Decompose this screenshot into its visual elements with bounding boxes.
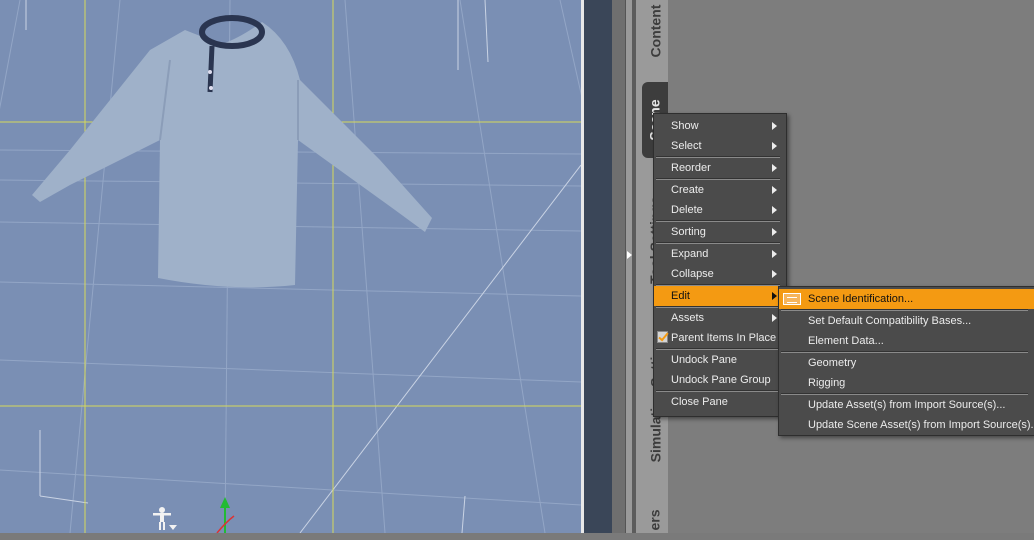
context-menu: Show Select Reorder Create Delete Sortin… — [653, 113, 787, 417]
dock-splitter[interactable] — [612, 0, 626, 533]
submenu-arrow-icon — [772, 142, 777, 150]
submenu-arrow-icon — [772, 164, 777, 172]
submenu-arrow-icon — [772, 270, 777, 278]
checkbox-checked-icon — [657, 331, 668, 343]
menu-item-parent-items-in-place[interactable]: Parent Items In Place — [654, 328, 786, 348]
submenu-arrow-icon — [772, 206, 777, 214]
scene-identification-icon — [783, 293, 801, 305]
tab-layers[interactable]: ers — [642, 500, 668, 540]
menu-item-reorder[interactable]: Reorder — [654, 158, 786, 178]
submenu-arrow-icon — [772, 228, 777, 236]
submenu-arrow-icon — [772, 250, 777, 258]
menu-item-geometry[interactable]: Geometry — [779, 353, 1034, 373]
menu-item-create[interactable]: Create — [654, 180, 786, 200]
menu-item-select[interactable]: Select — [654, 136, 786, 156]
edit-submenu: Scene Identification... Set Default Comp… — [778, 286, 1034, 436]
viewport-grid — [0, 0, 581, 533]
submenu-arrow-icon — [772, 122, 777, 130]
menu-item-undock-pane[interactable]: Undock Pane — [654, 350, 786, 370]
figure-camera-icon[interactable] — [151, 505, 179, 533]
pane-menu-arrow-icon[interactable] — [627, 251, 632, 259]
submenu-arrow-icon — [772, 314, 777, 322]
menu-item-show[interactable]: Show — [654, 116, 786, 136]
menu-item-set-default-compatibility-bases[interactable]: Set Default Compatibility Bases... — [779, 311, 1034, 331]
menu-item-rigging[interactable]: Rigging — [779, 373, 1034, 393]
menu-item-close-pane[interactable]: Close Pane — [654, 392, 786, 412]
viewport-side-panel — [584, 0, 612, 533]
menu-item-collapse[interactable]: Collapse — [654, 264, 786, 284]
axis-gizmo — [216, 497, 235, 533]
menu-item-scene-identification[interactable]: Scene Identification... — [779, 289, 1034, 309]
shirt-model — [32, 15, 432, 288]
menu-item-assets[interactable]: Assets — [654, 308, 786, 328]
menu-item-update-scene-assets-from-import-sources[interactable]: Update Scene Asset(s) from Import Source… — [779, 415, 1034, 435]
submenu-arrow-icon — [772, 292, 777, 300]
menu-item-edit[interactable]: Edit — [654, 286, 786, 306]
viewport-3d[interactable] — [0, 0, 581, 533]
submenu-arrow-icon — [772, 186, 777, 194]
menu-item-expand[interactable]: Expand — [654, 244, 786, 264]
menu-item-undock-pane-group[interactable]: Undock Pane Group — [654, 370, 786, 390]
menu-item-sorting[interactable]: Sorting — [654, 222, 786, 242]
menu-item-delete[interactable]: Delete — [654, 200, 786, 220]
tab-content[interactable]: Content — [642, 0, 668, 62]
menu-item-element-data[interactable]: Element Data... — [779, 331, 1034, 351]
menu-item-update-assets-from-import-sources[interactable]: Update Asset(s) from Import Source(s)... — [779, 395, 1034, 415]
